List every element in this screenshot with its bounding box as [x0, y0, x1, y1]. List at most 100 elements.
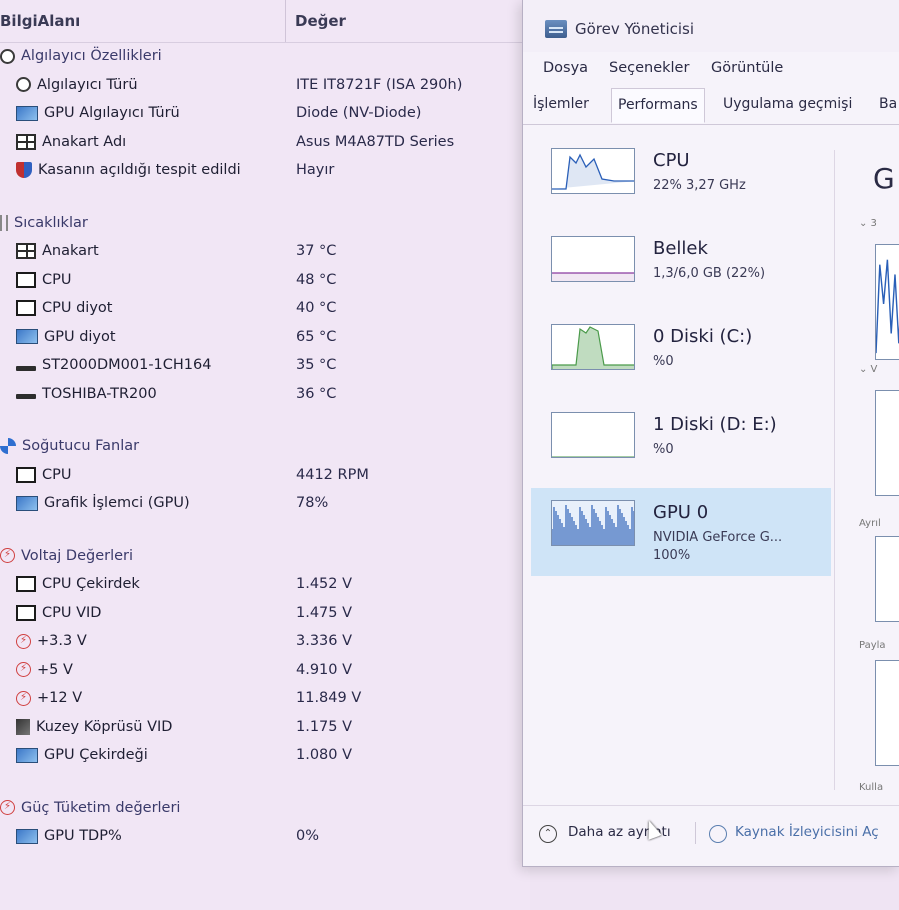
sensor-label: Voltaj Değerleri	[21, 547, 134, 564]
gpu-icon	[16, 747, 38, 763]
sensor-value: 35 °C	[296, 357, 337, 373]
sensor-value: 4.910 V	[296, 661, 353, 678]
sensor-row[interactable]: ⚡ +5 V 4.910 V	[0, 658, 530, 687]
shared-memory-graph	[875, 660, 899, 766]
value-column-header[interactable]: Değer	[295, 12, 346, 30]
gpu-3d-graph	[875, 244, 899, 360]
spacer-row	[0, 187, 530, 211]
sensor-row[interactable]: ST2000DM001-1CH164 35 °C	[0, 353, 530, 382]
pane-divider[interactable]	[834, 150, 835, 790]
shared-memory-label: Payla	[859, 640, 886, 651]
perf-item-name: GPU 0	[653, 502, 709, 523]
sensor-value: Diode (NV-Diode)	[296, 105, 422, 121]
sensor-label: GPU diyot	[44, 328, 116, 345]
sensor-row[interactable]: Algılayıcı Türü ITE IT8721F (ISA 290h)	[0, 73, 530, 102]
sensor-label-group: Kuzey Köprüsü VID	[16, 718, 172, 735]
sensor-value: 3.336 V	[296, 633, 353, 649]
sensor-label-group: Algılayıcı Özellikleri	[0, 48, 162, 64]
footer-bar: ⌃ Daha az ayrıntı Kaynak İzleyicisini Aç	[523, 805, 899, 856]
sensor-label: CPU diyot	[42, 300, 113, 316]
tab-startup[interactable]: Ba	[879, 96, 897, 112]
resource-monitor-icon[interactable]	[709, 825, 727, 843]
chevron-up-icon[interactable]: ⌃	[539, 825, 557, 843]
tab-bar: İşlemler Performans Uygulama geçmişi Ba	[523, 88, 899, 125]
sensor-value: 1.475 V	[296, 604, 353, 621]
spacer-row	[0, 520, 530, 544]
fan-icon	[0, 438, 16, 454]
menu-options[interactable]: Seçenekler	[609, 60, 689, 76]
sensor-row[interactable]: CPU 4412 RPM	[0, 463, 530, 492]
perf-item-cpu[interactable]: CPU 22% 3,27 GHz	[531, 136, 831, 224]
thermometer-icon	[0, 214, 8, 231]
sensor-row[interactable]: ⚡ +12 V 11.849 V	[0, 686, 530, 715]
column-separator[interactable]	[285, 0, 286, 42]
sensor-label-group: GPU Çekirdeği	[16, 747, 148, 763]
gpu-icon	[16, 105, 38, 121]
sensor-group-row[interactable]: Sıcaklıklar	[0, 211, 530, 240]
sensor-row[interactable]: Anakart Adı Asus M4A87TD Series	[0, 130, 530, 159]
sensor-label-group: ST2000DM001-1CH164	[16, 357, 211, 373]
field-column-header[interactable]: BilgiAlanı	[0, 12, 80, 30]
voltage-icon: ⚡	[0, 548, 15, 563]
sensor-label: ST2000DM001-1CH164	[42, 357, 212, 373]
sensor-label-group: GPU TDP%	[16, 828, 122, 844]
tab-app-history[interactable]: Uygulama geçmişi	[723, 96, 852, 112]
disk-icon	[16, 394, 36, 399]
sensor-row[interactable]: Anakart 37 °C	[0, 239, 530, 268]
sensor-label: +12 V	[37, 690, 83, 706]
performance-resource-list: CPU 22% 3,27 GHz Bellek 1,3/6,0 GB (22%) 0 D…	[531, 136, 831, 576]
sensor-row[interactable]: ⚡ +3.3 V 3.336 V	[0, 629, 530, 658]
sensor-row[interactable]: Grafik İşlemci (GPU) 78%	[0, 491, 530, 520]
sensor-row[interactable]: CPU VID 1.475 V	[0, 601, 530, 630]
sensor-label-group: Grafik İşlemci (GPU)	[16, 495, 190, 511]
shield-icon	[16, 162, 32, 178]
sensor-group-row[interactable]: Algılayıcı Özellikleri	[0, 44, 530, 73]
sensor-row[interactable]: GPU diyot 65 °C	[0, 325, 530, 354]
cpu-icon	[16, 604, 36, 621]
sensor-row[interactable]: TOSHIBA-TR200 36 °C	[0, 382, 530, 411]
sensor-value: Asus M4A87TD Series	[296, 133, 455, 150]
sensor-row[interactable]: GPU Çekirdeği 1.080 V	[0, 743, 530, 772]
menu-file[interactable]: Dosya	[543, 60, 588, 76]
sensor-label: Anakart	[42, 243, 99, 259]
sensor-row[interactable]: GPU TDP% 0%	[0, 824, 530, 853]
menu-bar: Dosya Seçenekler Görüntüle	[523, 56, 899, 82]
sensor-row[interactable]: CPU Çekirdek 1.452 V	[0, 572, 530, 601]
dedicated-memory-label: Ayrıl	[859, 518, 881, 529]
graph-label-video[interactable]: ⌄ V	[859, 364, 877, 375]
sensor-group-row[interactable]: Soğutucu Fanlar	[0, 434, 530, 463]
tab-processes[interactable]: İşlemler	[533, 96, 589, 112]
sensor-label: CPU Çekirdek	[42, 576, 140, 592]
perf-item-stat: 22% 3,27 GHz	[653, 178, 746, 193]
menu-view[interactable]: Görüntüle	[711, 60, 783, 76]
perf-item-bellek[interactable]: Bellek 1,3/6,0 GB (22%)	[531, 224, 831, 312]
sensor-row[interactable]: GPU Algılayıcı Türü Diode (NV-Diode)	[0, 101, 530, 130]
open-resource-monitor-link[interactable]: Kaynak İzleyicisini Aç	[735, 824, 879, 840]
sensor-row[interactable]: CPU 48 °C	[0, 268, 530, 297]
sensor-label-group: ⚡ +3.3 V	[16, 633, 87, 649]
perf-item-gpu-0[interactable]: GPU 0 NVIDIA GeForce G... 100%	[531, 488, 831, 576]
voltage-icon: ⚡	[16, 690, 31, 706]
sensor-label: Anakart Adı	[42, 133, 127, 150]
perf-item-1-diski-d-e[interactable]: 1 Diski (D: E:) %0	[531, 400, 831, 488]
sensor-value: 0%	[296, 828, 320, 844]
sensor-row[interactable]: CPU diyot 40 °C	[0, 296, 530, 325]
perf-thumbnail-graph	[551, 412, 635, 458]
graph-label-3d[interactable]: ⌄ 3	[859, 218, 877, 229]
sensor-group-row[interactable]: ⚡ Güç Tüketim değerleri	[0, 796, 530, 825]
sensor-row[interactable]: Kuzey Köprüsü VID 1.175 V	[0, 715, 530, 744]
cpu-icon	[16, 300, 36, 316]
perf-item-0-diski-c[interactable]: 0 Diski (C:) %0	[531, 312, 831, 400]
sensor-value: 1.080 V	[296, 747, 353, 763]
spacer-row	[0, 772, 530, 796]
task-manager-icon	[545, 20, 567, 38]
title-bar[interactable]: Görev Yöneticisi	[523, 0, 899, 52]
sensor-label-group: TOSHIBA-TR200	[16, 386, 157, 402]
perf-item-stat: %0	[653, 442, 674, 457]
sensor-label: +5 V	[37, 661, 73, 678]
sensor-group-row[interactable]: ⚡ Voltaj Değerleri	[0, 544, 530, 573]
sensor-row[interactable]: Kasanın açıldığı tespit edildi Hayır	[0, 158, 530, 187]
northbridge-icon	[16, 718, 30, 735]
tab-performance[interactable]: Performans	[611, 88, 705, 123]
sensor-value: 36 °C	[296, 385, 337, 402]
